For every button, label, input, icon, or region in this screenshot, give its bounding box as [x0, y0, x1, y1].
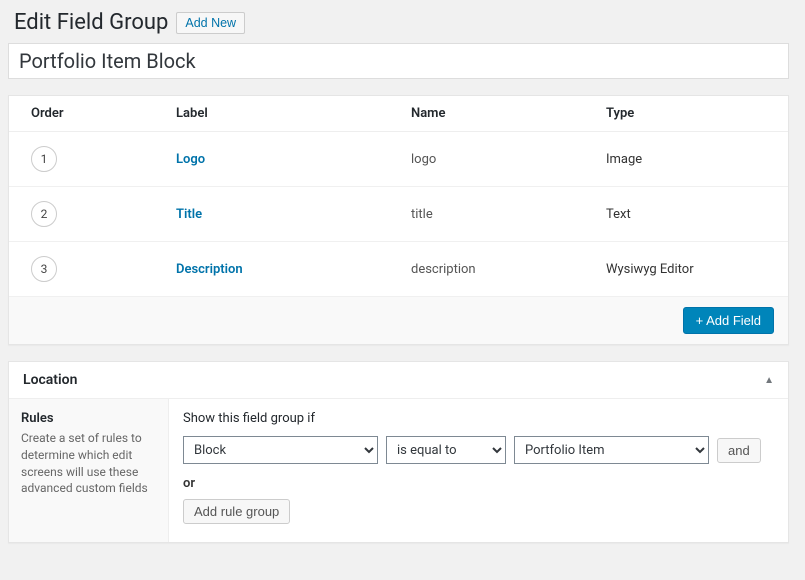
field-name: title — [399, 187, 594, 242]
table-row[interactable]: 1 Logo logo Image — [9, 132, 788, 187]
col-header-type: Type — [594, 96, 788, 132]
add-field-button[interactable]: + Add Field — [683, 307, 774, 334]
location-panel-title: Location — [23, 372, 77, 388]
field-name: logo — [399, 132, 594, 187]
rule-param-select[interactable]: Block — [183, 436, 378, 464]
page-title: Edit Field Group — [14, 10, 168, 35]
table-row[interactable]: 3 Description description Wysiwyg Editor — [9, 242, 788, 297]
order-handle[interactable]: 3 — [31, 256, 57, 282]
rule-operator-select[interactable]: is equal to — [386, 436, 506, 464]
or-label: or — [183, 476, 774, 491]
collapse-toggle-icon[interactable]: ▲ — [764, 375, 774, 386]
add-new-button[interactable]: Add New — [176, 12, 245, 34]
field-type: Text — [594, 187, 788, 242]
field-label-link[interactable]: Title — [176, 207, 202, 222]
col-header-order: Order — [9, 96, 164, 132]
fields-table: Order Label Name Type 1 Logo logo Image … — [9, 96, 788, 297]
table-row[interactable]: 2 Title title Text — [9, 187, 788, 242]
field-label-link[interactable]: Logo — [176, 152, 205, 167]
fields-panel: Order Label Name Type 1 Logo logo Image … — [8, 95, 789, 345]
col-header-label: Label — [164, 96, 399, 132]
order-handle[interactable]: 1 — [31, 146, 57, 172]
location-panel: Location ▲ Rules Create a set of rules t… — [8, 361, 789, 543]
rules-caption: Show this field group if — [183, 411, 774, 426]
rules-heading: Rules — [21, 411, 156, 426]
group-title-input[interactable] — [8, 43, 789, 79]
field-name: description — [399, 242, 594, 297]
and-button[interactable]: and — [717, 438, 761, 463]
add-rule-group-button[interactable]: Add rule group — [183, 499, 290, 524]
col-header-name: Name — [399, 96, 594, 132]
order-handle[interactable]: 2 — [31, 201, 57, 227]
field-type: Image — [594, 132, 788, 187]
field-type: Wysiwyg Editor — [594, 242, 788, 297]
rules-description: Create a set of rules to determine which… — [21, 430, 156, 497]
field-label-link[interactable]: Description — [176, 262, 243, 277]
rule-row: Block is equal to Portfolio Item and — [183, 436, 774, 464]
rule-value-select[interactable]: Portfolio Item — [514, 436, 709, 464]
